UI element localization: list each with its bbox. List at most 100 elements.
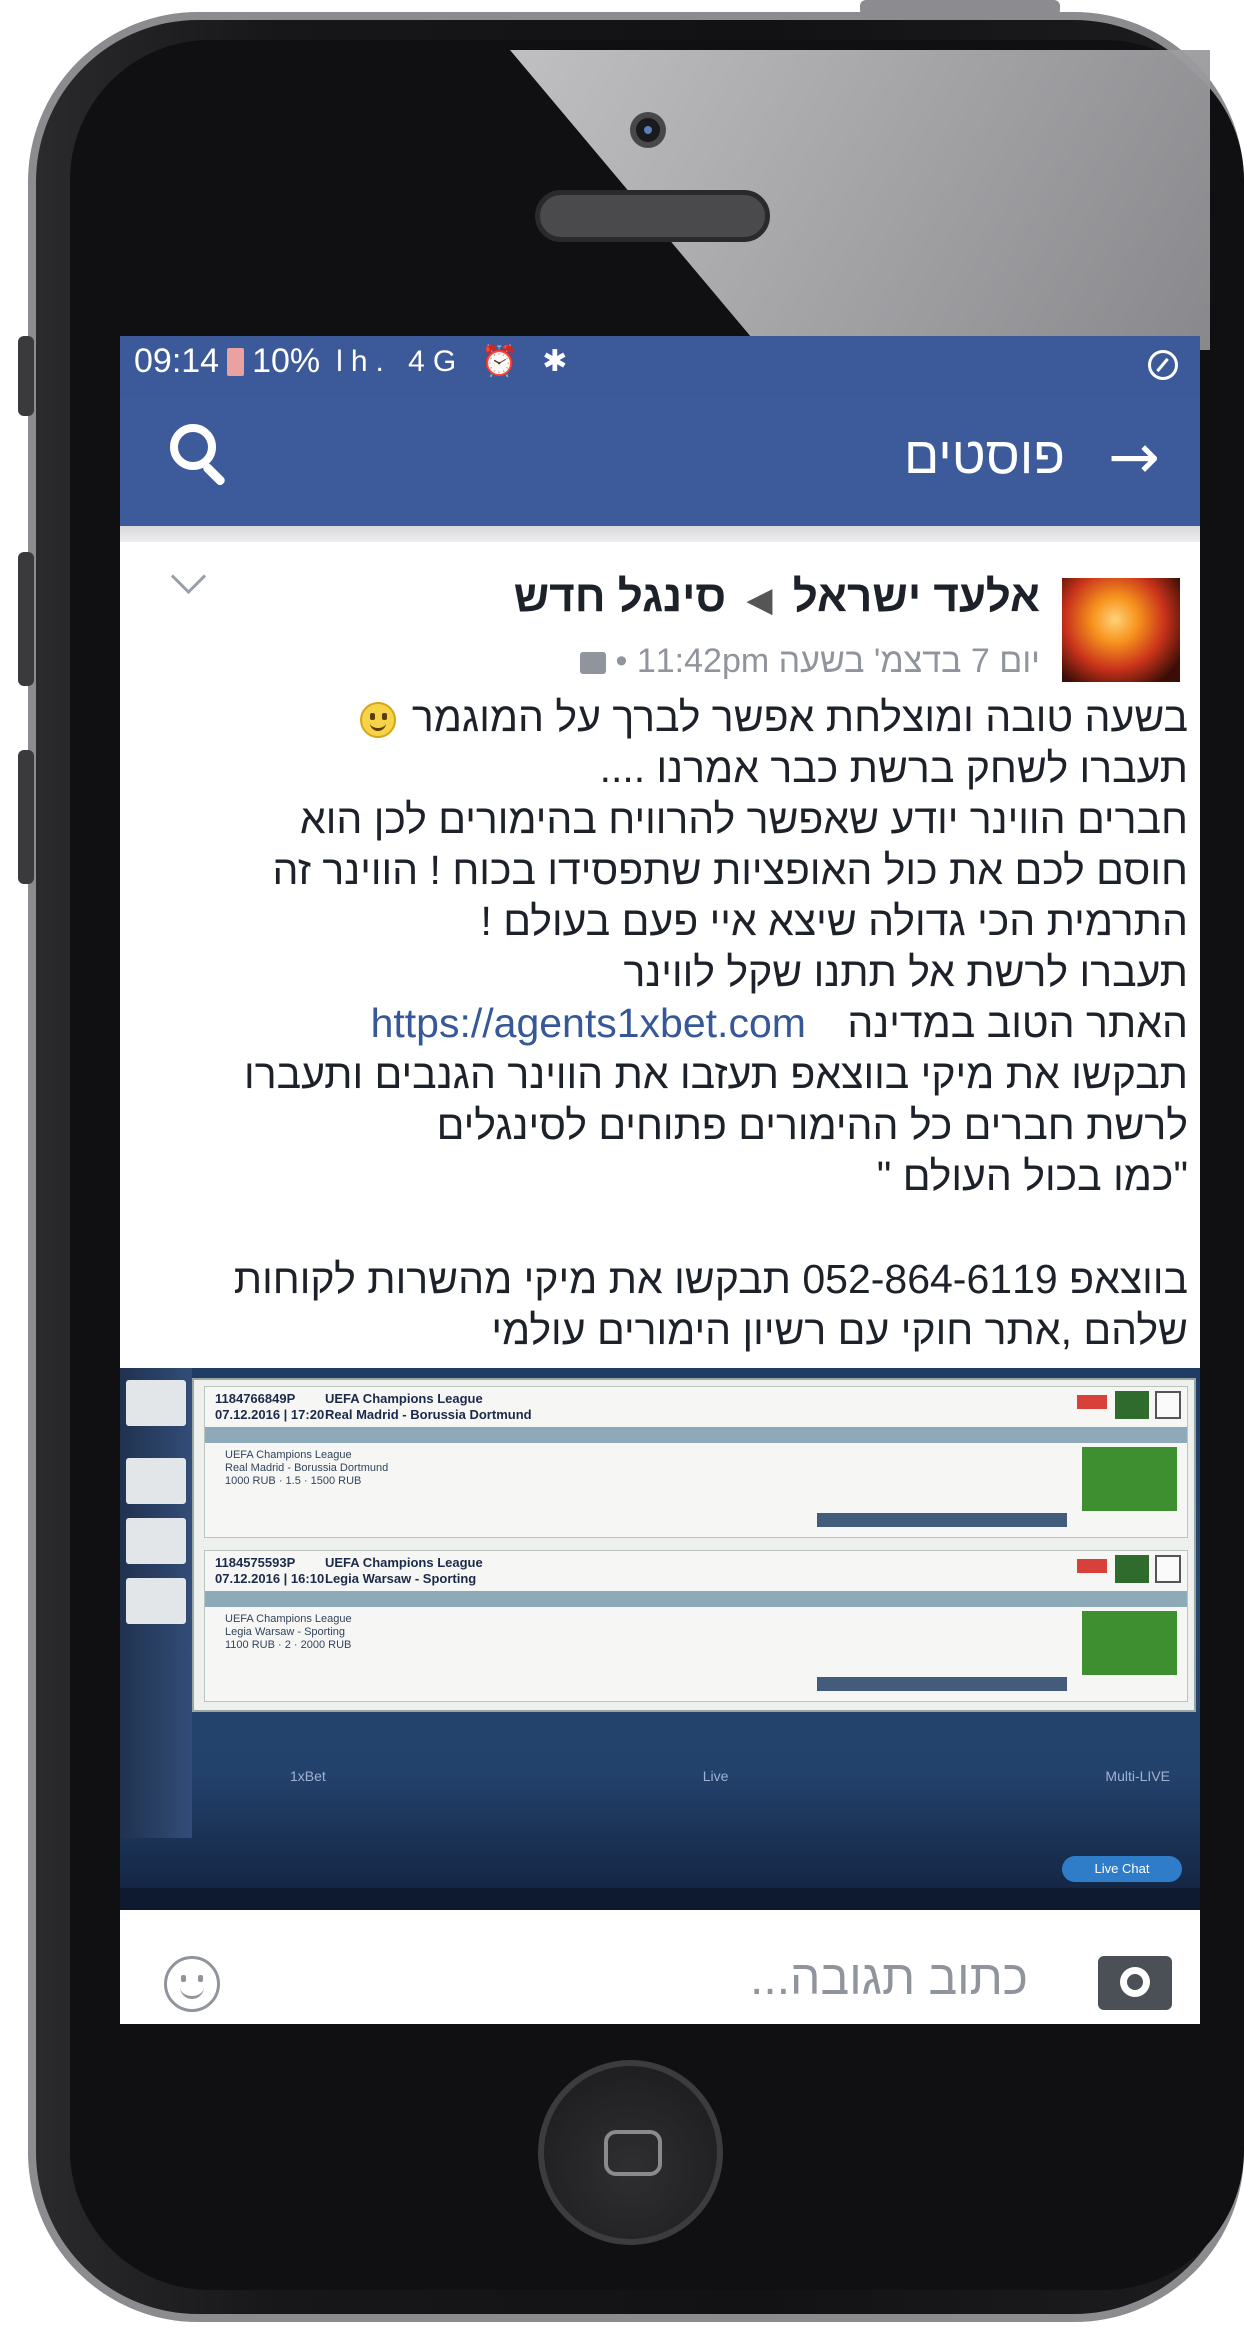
bet-league: UEFA Champions League: [325, 1391, 483, 1406]
post-line-text: בשעה טובה ומוצלחת אפשר לברך על המוגמר: [411, 694, 1188, 740]
volume-up-button: [18, 552, 34, 686]
photo-sidebar-block: [126, 1458, 186, 1504]
bet-odds-box: [1115, 1391, 1149, 1419]
search-icon[interactable]: [170, 424, 240, 494]
footer-link: Multi-LIVE: [1105, 1768, 1170, 1784]
bet-id: 1184575593P: [215, 1555, 296, 1570]
post-meta: יום 7 בדצמ' בשעה 11:42pm •: [570, 642, 1040, 681]
post-line-text: האתר הטוב במדינה: [847, 1000, 1188, 1046]
bet-stake: 1100 RUB: [225, 1639, 275, 1651]
post-photo[interactable]: 1184766849P 07.12.2016 | 17:20 UEFA Champ…: [120, 1368, 1200, 1910]
triangle-right-icon: ◀: [746, 581, 773, 619]
bet-match-small: Real Madrid - Borussia Dortmund: [225, 1462, 389, 1474]
emoji-icon[interactable]: [164, 1956, 220, 2012]
photo-taskbar: [120, 1888, 1200, 1910]
bet-card: 1184575593P 07.12.2016 | 16:10 UEFA Champ…: [204, 1550, 1188, 1702]
post-line: בשעה טובה ומוצלחת אפשר לברך על המוגמר: [128, 692, 1188, 743]
post-line: התרמית הכי גדולה שיצא איי פעם בעולם !: [480, 898, 1188, 944]
footer-link: Live: [702, 1768, 729, 1784]
bet-stake: 1000 RUB: [225, 1475, 276, 1487]
smiley-icon: [360, 702, 397, 739]
bet-match-small: Legia Warsaw - Sporting: [225, 1626, 346, 1638]
bet-odds-box: [1115, 1555, 1149, 1583]
photo-sidebar-block: [126, 1578, 186, 1624]
bet-summary-bar: [817, 1677, 1067, 1691]
power-button: [860, 0, 1060, 16]
sync-icon: [1148, 350, 1178, 380]
bet-date: 07.12.2016 | 17:20: [215, 1407, 325, 1422]
bet-odds: 1.5: [285, 1475, 301, 1487]
post-line: חברים הווינר יודע שאפשר להרוויח בהימורים…: [299, 796, 1188, 842]
author-name[interactable]: אלעד ישראל: [793, 572, 1040, 621]
mute-switch: [18, 336, 34, 416]
photo-left-sidebar: [120, 1368, 192, 1838]
bet-band: [205, 1591, 1187, 1607]
bet-history-panel: 1184766849P 07.12.2016 | 17:20 UEFA Champ…: [192, 1378, 1196, 1712]
bet-id: 1184766849P: [215, 1391, 296, 1406]
bet-status-win: [1082, 1447, 1177, 1511]
bet-expand-toggle: [1155, 1391, 1181, 1419]
earpiece-speaker: [535, 190, 770, 242]
post-line: לרשת חברים כל ההימורים פתוחים לסינגלים: [436, 1102, 1188, 1148]
post-line: תעברו לרשת אל תתנו שקל לווינר: [623, 949, 1188, 995]
status-icons: lh. 4G ⏰ ✱: [336, 345, 576, 378]
bet-title: UEFA Champions League Legia Warsaw - Spor…: [325, 1555, 483, 1587]
bet-card: 1184766849P 07.12.2016 | 17:20 UEFA Champ…: [204, 1386, 1188, 1538]
bet-payout: 2000 RUB: [300, 1639, 352, 1651]
bet-league: UEFA Champions League: [325, 1555, 483, 1570]
bet-details: UEFA Champions League Real Madrid - Borus…: [225, 1449, 389, 1487]
post-line: חוסם לכם את כול האופציות שתפסידו בכוח ! …: [272, 847, 1188, 893]
page-title: פוסטים: [903, 427, 1065, 485]
comment-bar: [120, 1936, 1200, 2024]
battery-icon: [227, 347, 245, 376]
front-camera: [630, 112, 666, 148]
back-arrow-icon[interactable]: →: [1108, 420, 1160, 493]
status-bar: 09:14 10% lh. 4G ⏰ ✱: [120, 336, 1200, 396]
bet-id-date: 1184766849P 07.12.2016 | 17:20: [215, 1391, 324, 1423]
bet-payout: 1500 RUB: [310, 1475, 362, 1487]
status-left: 09:14 10% lh. 4G ⏰ ✱: [134, 342, 575, 381]
chevron-down-icon[interactable]: [170, 558, 207, 595]
header-bar: פוסטים →: [120, 396, 1200, 526]
home-button[interactable]: [538, 2060, 723, 2245]
post-line: תבקשו את מיקי בווצאפ תעזבו את הווינר הגנ…: [244, 1051, 1188, 1097]
bet-league-small: UEFA Champions League: [225, 1613, 352, 1625]
bet-league-small: UEFA Champions League: [225, 1449, 352, 1461]
camera-icon[interactable]: [1098, 1956, 1172, 2010]
phone-frame: 09:14 10% lh. 4G ⏰ ✱ פוסטים → אלעד ישראל…: [0, 0, 1244, 2330]
bet-band: [205, 1427, 1187, 1443]
footer-link: 1xBet: [290, 1768, 326, 1784]
avatar[interactable]: [1062, 578, 1180, 682]
battery-level: 10%: [252, 342, 321, 380]
comment-input[interactable]: [326, 1950, 1030, 2007]
post-line: בווצאפ 052-864-6119 תבקשו את מיקי מהשרות…: [233, 1256, 1188, 1302]
bet-badge: [1077, 1395, 1107, 1409]
phone-screen: 09:14 10% lh. 4G ⏰ ✱ פוסטים → אלעד ישראל…: [120, 336, 1200, 2024]
post-line: שלהם ,אתר חוקי עם רשיון הימורים עולמי: [491, 1307, 1188, 1353]
bet-badge: [1077, 1559, 1107, 1573]
post-timestamp[interactable]: יום 7 בדצמ' בשעה 11:42pm •: [616, 642, 1041, 680]
post-link[interactable]: https://agents1xbet.com: [371, 1000, 806, 1046]
bet-date: 07.12.2016 | 16:10: [215, 1571, 325, 1586]
live-chat-badge: Live Chat: [1062, 1856, 1182, 1882]
search-icon-handle: [201, 462, 227, 487]
audience-icon: [580, 652, 607, 675]
bet-match: Legia Warsaw - Sporting: [325, 1571, 477, 1586]
post-line: "כמו בכול העולם ": [876, 1153, 1188, 1199]
bet-title: UEFA Champions League Real Madrid - Borus…: [325, 1391, 532, 1423]
bet-odds: 2: [284, 1639, 291, 1651]
post-body: בשעה טובה ומוצלחת אפשר לברך על המוגמר תע…: [128, 692, 1188, 1356]
bet-match: Real Madrid - Borussia Dortmund: [325, 1407, 532, 1422]
photo-site-footer: 1xBet Live Multi-LIVE: [290, 1768, 1170, 1784]
bet-id-date: 1184575593P 07.12.2016 | 16:10: [215, 1555, 324, 1587]
status-time: 09:14: [134, 342, 220, 380]
photo-sidebar-block: [126, 1380, 186, 1426]
volume-down-button: [18, 750, 34, 884]
photo-sidebar-block: [126, 1518, 186, 1564]
header-divider: [120, 526, 1200, 542]
home-square-icon: [604, 2130, 662, 2176]
group-name[interactable]: סינגל חדש: [514, 572, 726, 621]
bet-status-win: [1082, 1611, 1177, 1675]
bet-summary-bar: [817, 1513, 1067, 1527]
